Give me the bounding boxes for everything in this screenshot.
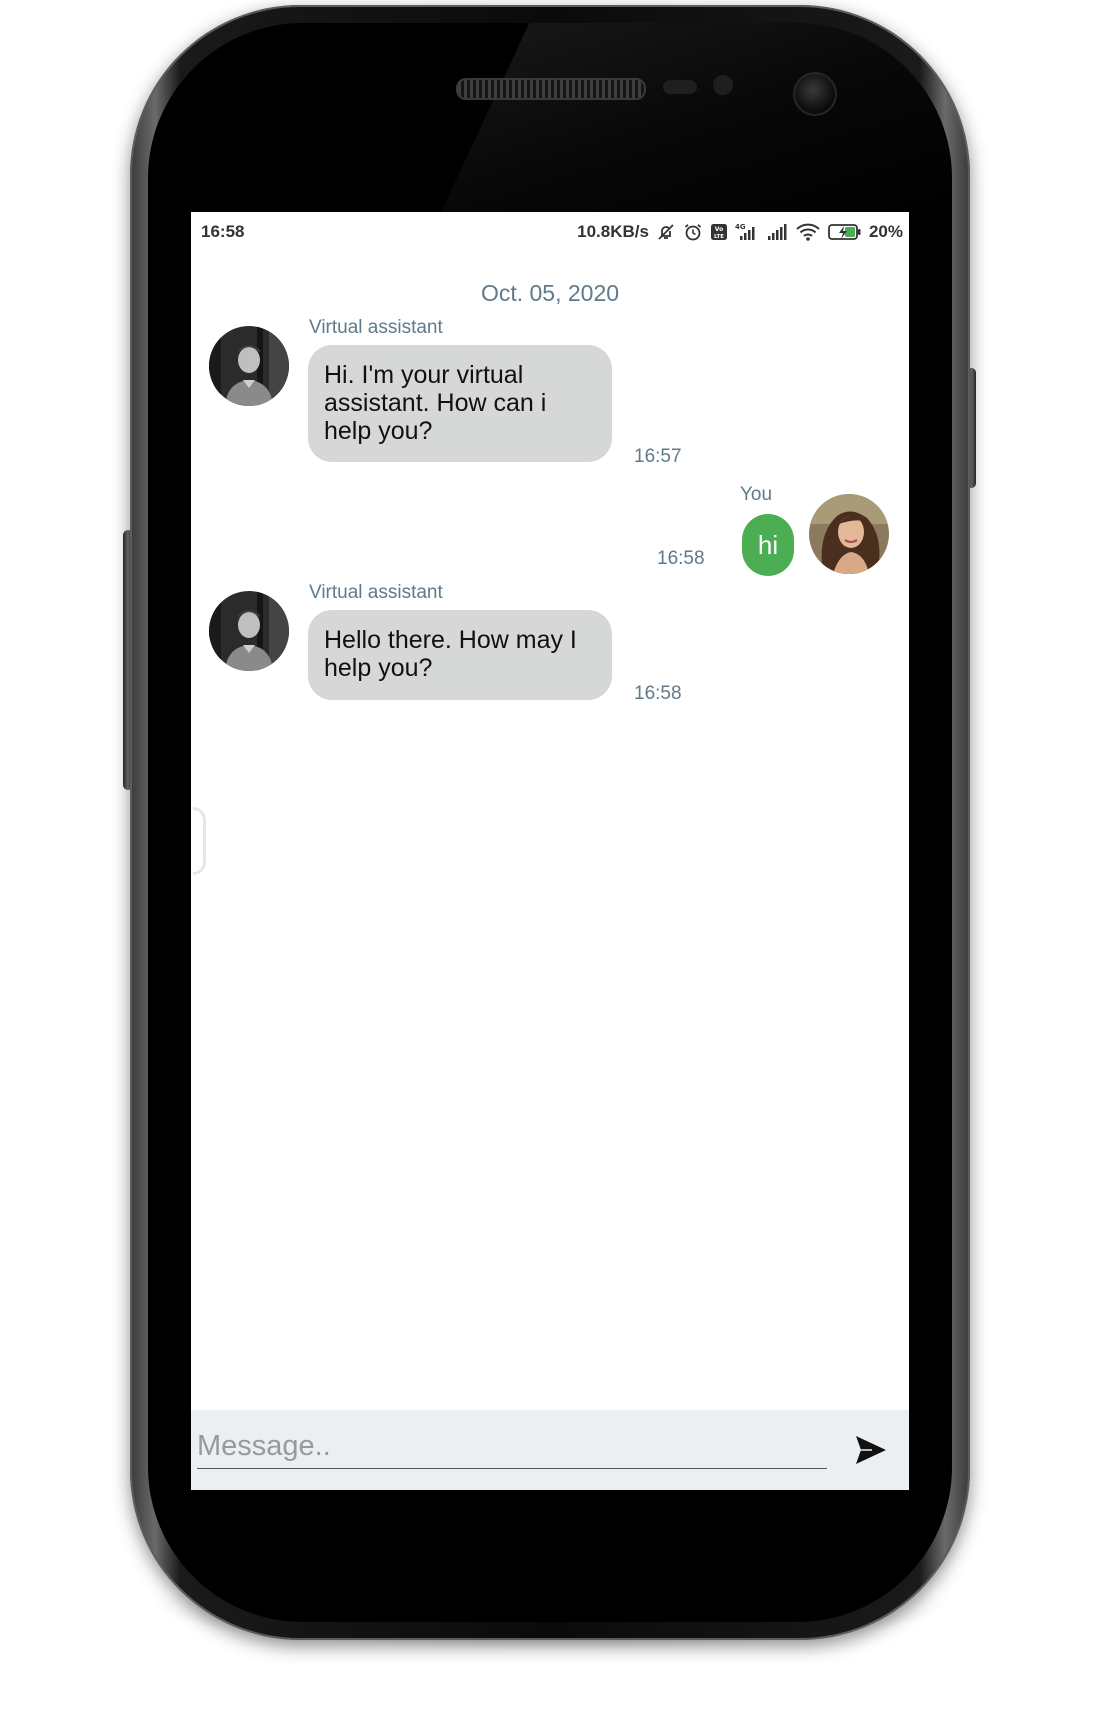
message-time: 16:57: [634, 446, 682, 467]
wifi-icon: [795, 222, 821, 242]
status-icons: 10.8KB/s Vo LTE 4G 20%: [577, 222, 903, 242]
message-time: 16:58: [634, 683, 682, 704]
send-button[interactable]: [851, 1430, 891, 1470]
alarm-icon: [683, 222, 703, 242]
front-camera: [793, 72, 837, 116]
battery-percent: 20%: [868, 222, 903, 241]
svg-text:LTE: LTE: [714, 234, 724, 240]
svg-text:Vo: Vo: [715, 226, 723, 233]
sender-name: Virtual assistant: [309, 582, 443, 603]
user-avatar[interactable]: [809, 494, 889, 574]
4g-signal-icon: 4G: [735, 222, 759, 242]
message-composer: [191, 1410, 909, 1490]
signal-icon: [766, 222, 788, 242]
light-sensor: [713, 75, 733, 95]
battery-charging-icon: [828, 223, 862, 241]
proximity-sensor: [663, 80, 697, 94]
assistant-avatar[interactable]: [209, 591, 289, 671]
message-time: 16:58: [657, 548, 705, 569]
message-input[interactable]: [197, 1424, 827, 1469]
overscroll-edge: [193, 807, 206, 875]
status-bar: 16:58 10.8KB/s Vo LTE 4G 20%: [191, 212, 909, 252]
volte-icon: Vo LTE: [710, 223, 728, 241]
message-bubble-incoming[interactable]: Hi. I'm your virtual assistant. How can …: [308, 345, 612, 462]
phone-gloss: [436, 23, 952, 223]
app-screen: 16:58 10.8KB/s Vo LTE 4G 20% Oct. 05, 20…: [191, 212, 909, 1490]
send-icon: [856, 1436, 886, 1464]
message-bubble-incoming[interactable]: Hello there. How may I help you?: [308, 610, 612, 700]
mute-icon: [656, 222, 676, 242]
message-bubble-outgoing[interactable]: hi: [742, 514, 794, 576]
sender-name: Virtual assistant: [309, 317, 443, 338]
sender-name: You: [740, 484, 773, 505]
assistant-avatar[interactable]: [209, 326, 289, 406]
earpiece-speaker: [456, 78, 646, 100]
svg-text:4G: 4G: [735, 223, 746, 231]
network-speed: 10.8KB/s: [577, 222, 649, 241]
status-time: 16:58: [201, 222, 245, 241]
chat-date: Oct. 05, 2020: [480, 280, 620, 306]
